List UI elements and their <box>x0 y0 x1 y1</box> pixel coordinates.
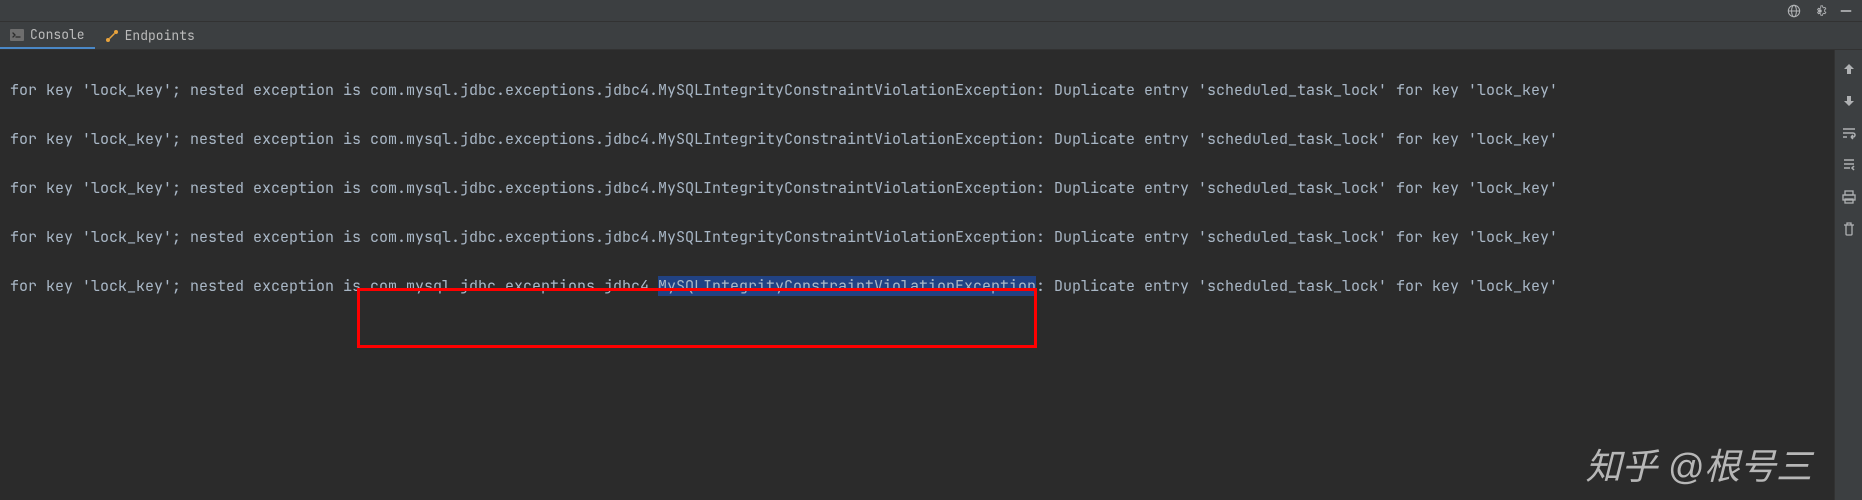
log-line: for key 'lock_key'; nested exception is … <box>10 227 1824 248</box>
tab-console-label: Console <box>30 26 85 43</box>
scroll-to-top-icon[interactable] <box>1840 60 1858 78</box>
print-icon[interactable] <box>1840 188 1858 206</box>
watermark: 知乎 @根号三 <box>1585 438 1812 490</box>
right-toolbar <box>1834 50 1862 500</box>
console-icon <box>10 28 24 42</box>
log-line: for key 'lock_key'; nested exception is … <box>10 129 1824 150</box>
globe-icon[interactable] <box>1786 3 1802 19</box>
highlighted-exception-class: MySQLIntegrityConstraintViolationExcepti… <box>658 276 1036 296</box>
tab-endpoints-label: Endpoints <box>125 27 195 44</box>
scroll-to-bottom-icon[interactable] <box>1840 92 1858 110</box>
log-line: for key 'lock_key'; nested exception is … <box>10 276 1824 297</box>
soft-wrap-icon[interactable] <box>1840 124 1858 142</box>
scroll-to-end-icon[interactable] <box>1840 156 1858 174</box>
log-line: for key 'lock_key'; nested exception is … <box>10 80 1824 101</box>
trash-icon[interactable] <box>1840 220 1858 238</box>
log-line: for key 'lock_key'; nested exception is … <box>10 178 1824 199</box>
minimize-icon[interactable] <box>1838 3 1854 19</box>
annotation-red-box <box>357 288 1037 348</box>
tab-endpoints[interactable]: Endpoints <box>95 22 205 49</box>
tabs-bar: Console Endpoints <box>0 22 1862 50</box>
window-top-bar <box>0 0 1862 22</box>
gear-icon[interactable] <box>1812 3 1828 19</box>
content-wrapper: for key 'lock_key'; nested exception is … <box>0 50 1862 500</box>
endpoints-icon <box>105 29 119 43</box>
tab-console[interactable]: Console <box>0 22 95 49</box>
console-output[interactable]: for key 'lock_key'; nested exception is … <box>0 50 1834 500</box>
